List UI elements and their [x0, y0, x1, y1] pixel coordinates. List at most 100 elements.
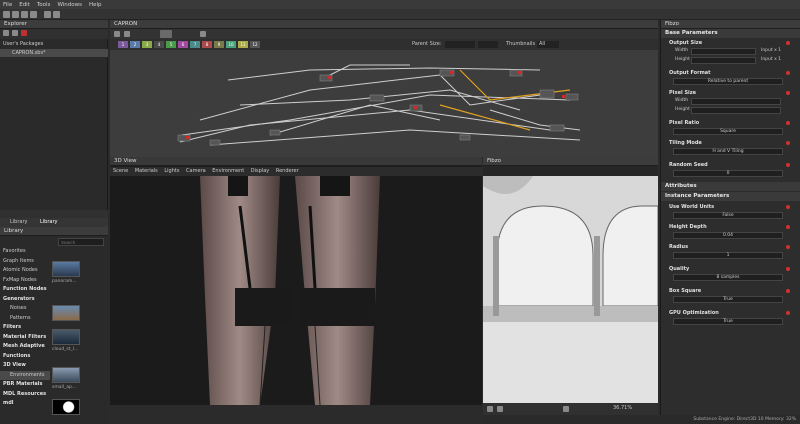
section-base-parameters[interactable]: Base Parameters: [661, 29, 800, 38]
3d-viewport[interactable]: [110, 176, 482, 405]
menu-materials[interactable]: Materials: [135, 168, 158, 174]
menu-environment[interactable]: Environment: [212, 168, 244, 174]
library-category[interactable]: Environments: [0, 370, 50, 380]
close-package-icon[interactable]: [21, 30, 27, 36]
library-thumb-panorama[interactable]: [52, 261, 80, 277]
section-attributes[interactable]: Attributes: [661, 182, 800, 191]
menu-help[interactable]: Help: [89, 2, 102, 8]
param-state-icon[interactable]: [786, 311, 790, 315]
param-state-icon[interactable]: [786, 141, 790, 145]
param-state-icon[interactable]: [786, 41, 790, 45]
param-state-icon[interactable]: [786, 205, 790, 209]
redo-icon[interactable]: [53, 11, 60, 18]
frame-color-swatch[interactable]: 10: [226, 41, 236, 48]
open-icon[interactable]: [12, 11, 19, 18]
new-icon[interactable]: [3, 11, 10, 18]
new-package-icon[interactable]: [3, 30, 9, 36]
parent-size-field-2[interactable]: [478, 41, 498, 48]
param-state-icon[interactable]: [786, 225, 790, 229]
parent-size-field[interactable]: [445, 41, 475, 48]
radius-slider[interactable]: 1: [673, 252, 783, 259]
param-state-icon[interactable]: [786, 71, 790, 75]
graph-tool-icon[interactable]: [114, 31, 120, 37]
library-search-input[interactable]: [58, 238, 104, 246]
library-thumb-cloud[interactable]: [52, 329, 80, 345]
frame-color-swatch[interactable]: 1: [118, 41, 128, 48]
tiling-icon[interactable]: [563, 406, 569, 412]
undo-icon[interactable]: [44, 11, 51, 18]
menu-renderer[interactable]: Renderer: [276, 168, 299, 174]
graph-tool-icon[interactable]: [124, 31, 130, 37]
library-category[interactable]: Graph Items: [0, 257, 50, 266]
menu-camera[interactable]: Camera: [186, 168, 206, 174]
library-category[interactable]: Functions: [0, 352, 50, 361]
open-package-icon[interactable]: [12, 30, 18, 36]
menu-edit[interactable]: Edit: [19, 2, 30, 8]
height-depth-slider[interactable]: 0.04: [673, 232, 783, 239]
tab-library-2[interactable]: Library: [40, 219, 57, 225]
library-category[interactable]: Mesh Adaptive: [0, 342, 50, 351]
menu-windows[interactable]: Windows: [57, 2, 82, 8]
tiling-mode-field[interactable]: H and V Tiling: [673, 148, 783, 155]
use-world-units-field[interactable]: False: [673, 212, 783, 219]
library-category[interactable]: FxMap Nodes: [0, 276, 50, 285]
output-height-field[interactable]: [691, 57, 756, 64]
random-seed-field[interactable]: 0: [673, 170, 783, 177]
graph-select-icon[interactable]: [160, 30, 172, 38]
output-format-field[interactable]: Relative to parent: [673, 78, 783, 85]
pixel-height-field[interactable]: [691, 107, 781, 114]
library-category[interactable]: Favorites: [0, 247, 50, 256]
menu-tools[interactable]: Tools: [37, 2, 51, 8]
node-graph-canvas[interactable]: [110, 50, 658, 157]
frame-color-swatch[interactable]: 4: [154, 41, 164, 48]
library-category[interactable]: Function Nodes: [0, 285, 50, 294]
2d-viewport[interactable]: [483, 176, 658, 403]
library-category[interactable]: Material Filters: [0, 333, 50, 342]
frame-color-swatch[interactable]: 12: [250, 41, 260, 48]
menu-lights[interactable]: Lights: [164, 168, 179, 174]
param-state-icon[interactable]: [786, 163, 790, 167]
tab-library-1[interactable]: Library: [10, 219, 27, 225]
pixel-ratio-field[interactable]: Square: [673, 128, 783, 135]
library-category[interactable]: Atomic Nodes: [0, 266, 50, 275]
menu-display[interactable]: Display: [251, 168, 269, 174]
pixel-width-field[interactable]: [691, 98, 781, 105]
channel-icon[interactable]: [497, 406, 503, 412]
save-all-icon[interactable]: [30, 11, 37, 18]
param-state-icon[interactable]: [786, 91, 790, 95]
library-thumb-apartment[interactable]: [52, 367, 80, 383]
frame-color-swatch[interactable]: 5: [166, 41, 176, 48]
channel-icon[interactable]: [487, 406, 493, 412]
library-category[interactable]: Filters: [0, 323, 50, 332]
frame-color-swatch[interactable]: 7: [190, 41, 200, 48]
explorer-root[interactable]: User's Packages: [0, 40, 108, 48]
library-thumb-sky[interactable]: [52, 305, 80, 321]
param-state-icon[interactable]: [786, 267, 790, 271]
quality-field[interactable]: 8 samples: [673, 274, 783, 281]
gpu-optimization-field[interactable]: True: [673, 318, 783, 325]
param-state-icon[interactable]: [786, 289, 790, 293]
frame-color-swatch[interactable]: 3: [142, 41, 152, 48]
library-category[interactable]: Patterns: [0, 314, 50, 323]
frame-color-swatch[interactable]: 9: [214, 41, 224, 48]
menu-file[interactable]: File: [3, 2, 12, 8]
library-category[interactable]: Noises: [0, 304, 50, 313]
section-instance-parameters[interactable]: Instance Parameters: [661, 192, 800, 201]
box-square-field[interactable]: True: [673, 296, 783, 303]
library-category[interactable]: PBR Materials: [0, 380, 50, 389]
library-thumb-black[interactable]: [52, 399, 80, 415]
frame-color-swatch[interactable]: 2: [130, 41, 140, 48]
param-state-icon[interactable]: [786, 121, 790, 125]
menu-scene[interactable]: Scene: [113, 168, 128, 174]
library-category[interactable]: 3D View: [0, 361, 50, 370]
library-category[interactable]: Generators: [0, 295, 50, 304]
param-state-icon[interactable]: [786, 245, 790, 249]
frame-color-swatch[interactable]: 6: [178, 41, 188, 48]
frame-color-swatch[interactable]: 8: [202, 41, 212, 48]
thumbnails-select[interactable]: All: [537, 41, 559, 48]
graph-tool-icon[interactable]: [200, 31, 206, 37]
frame-color-swatch[interactable]: 11: [238, 41, 248, 48]
output-width-field[interactable]: [691, 48, 756, 55]
explorer-file[interactable]: CAPRON.sbs*: [0, 49, 108, 57]
library-category[interactable]: MDL Resources: [0, 390, 50, 399]
